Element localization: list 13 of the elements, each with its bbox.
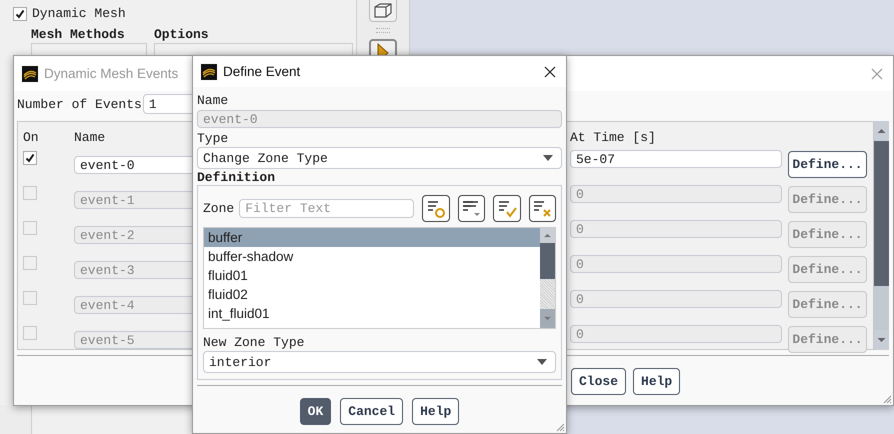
field-label: Zone — [203, 201, 234, 216]
window-title: Define Event — [223, 64, 300, 79]
group-title: Mesh Methods — [31, 27, 126, 42]
column-header: On — [23, 130, 39, 145]
column-header: Name — [74, 130, 106, 145]
checkbox-label: Dynamic Mesh — [32, 6, 126, 21]
section-title: Definition — [197, 171, 276, 185]
window-title: Dynamic Mesh Events — [44, 66, 178, 81]
field-label: New Zone Type — [203, 335, 306, 351]
column-header: At Time [s] — [570, 130, 656, 145]
field-label: Type — [197, 131, 230, 147]
field-label: Number of Events — [17, 96, 142, 112]
group-title: Options — [154, 27, 210, 42]
